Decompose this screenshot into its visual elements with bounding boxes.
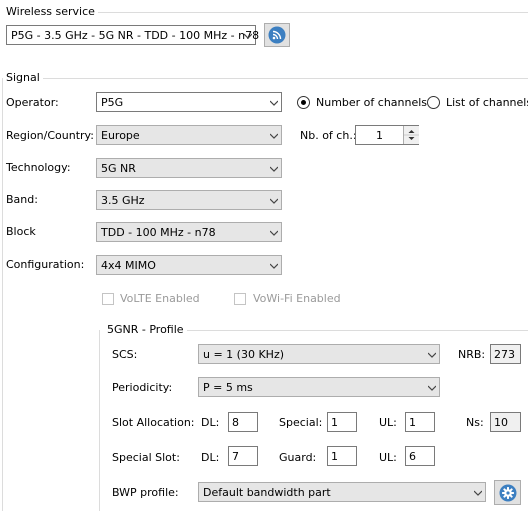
ul-input[interactable]: 1 [405, 412, 435, 432]
profile-legend: 5GNR - Profile [107, 323, 187, 336]
number-of-channels-label: Number of channels [316, 96, 428, 109]
number-of-channels-radio[interactable] [297, 96, 310, 109]
ns-field: 10 [490, 412, 521, 432]
periodicity-combo[interactable]: P = 5 ms [198, 377, 440, 397]
special-slot-dl-label: DL: [201, 451, 220, 464]
region-value: Europe [101, 129, 140, 142]
special-slot-ul-value: 6 [409, 450, 416, 463]
operator-value: P5G [101, 96, 124, 109]
signal-group-left-rule [2, 78, 3, 511]
technology-label: Technology: [6, 161, 71, 174]
configuration-value: 4x4 MIMO [101, 259, 156, 272]
vowifi-label: VoWi-Fi Enabled [253, 292, 341, 305]
guard-input[interactable]: 1 [327, 446, 357, 466]
ul-label: UL: [379, 416, 397, 429]
operator-combo[interactable]: P5G [96, 92, 282, 112]
configuration-combo[interactable]: 4x4 MIMO [96, 255, 282, 275]
chevron-down-icon [270, 198, 278, 204]
dl-input[interactable]: 8 [228, 412, 258, 432]
chevron-down-icon [270, 166, 278, 172]
special-label: Special: [279, 416, 323, 429]
list-of-channels-label: List of channels [446, 96, 528, 109]
periodicity-label: Periodicity: [112, 381, 173, 394]
configuration-label: Configuration: [6, 258, 85, 271]
block-value: TDD - 100 MHz - n78 [101, 226, 216, 239]
periodicity-value: P = 5 ms [203, 381, 253, 394]
nrb-field: 273 [490, 344, 521, 364]
region-combo[interactable]: Europe [96, 125, 282, 145]
dl-label: DL: [201, 416, 220, 429]
block-combo[interactable]: TDD - 100 MHz - n78 [96, 222, 282, 242]
band-value: 3.5 GHz [101, 194, 145, 207]
bwp-profile-combo[interactable]: Default bandwidth part [198, 482, 486, 502]
nb-of-ch-label: Nb. of ch.: [300, 129, 357, 142]
band-combo[interactable]: 3.5 GHz [96, 190, 282, 210]
spin-arrows-icon [404, 130, 419, 140]
wireless-service-value: P5G - 3.5 GHz - 5G NR - TDD - 100 MHz - … [11, 29, 260, 42]
technology-combo[interactable]: 5G NR [96, 158, 282, 178]
special-slot-label: Special Slot: [112, 451, 180, 464]
special-slot-dl-value: 7 [232, 450, 239, 463]
bwp-settings-button[interactable] [494, 480, 521, 505]
dl-value: 8 [232, 416, 239, 429]
technology-value: 5G NR [101, 162, 136, 175]
special-slot-ul-label: UL: [379, 451, 397, 464]
wireless-service-combo[interactable]: P5G - 3.5 GHz - 5G NR - TDD - 100 MHz - … [6, 25, 260, 45]
scs-combo[interactable]: u = 1 (30 KHz) [198, 344, 440, 364]
region-label: Region/Country: [6, 129, 94, 142]
slot-allocation-label: Slot Allocation: [112, 416, 195, 429]
ns-label: Ns: [466, 416, 484, 429]
bwp-profile-label: BWP profile: [112, 486, 179, 499]
ns-value: 10 [494, 416, 508, 429]
special-value: 1 [331, 416, 338, 429]
signal-legend: Signal [6, 71, 43, 84]
chevron-down-icon [474, 490, 482, 496]
special-slot-dl-input[interactable]: 7 [228, 446, 258, 466]
guard-label: Guard: [279, 451, 317, 464]
nb-of-ch-stepper[interactable]: 1 [355, 125, 419, 145]
chevron-down-icon [428, 352, 436, 358]
volte-checkbox[interactable] [102, 293, 114, 305]
wireless-group-rule [88, 12, 528, 13]
nrb-value: 273 [494, 348, 515, 361]
wireless-service-legend: Wireless service [6, 5, 98, 18]
band-label: Band: [6, 193, 38, 206]
scs-label: SCS: [112, 348, 138, 361]
nrb-label: NRB: [458, 348, 486, 361]
scs-value: u = 1 (30 KHz) [203, 348, 285, 361]
operator-label: Operator: [6, 96, 59, 109]
signal-group-rule [40, 78, 528, 79]
vowifi-checkbox[interactable] [234, 293, 246, 305]
chevron-down-icon [270, 230, 278, 236]
nb-of-ch-spin-buttons[interactable] [403, 126, 419, 144]
block-label: Block [6, 225, 36, 238]
guard-value: 1 [331, 450, 338, 463]
chevron-down-icon [244, 33, 252, 39]
chevron-down-icon [428, 385, 436, 391]
chevron-down-icon [270, 100, 278, 106]
bwp-profile-value: Default bandwidth part [203, 486, 331, 499]
ul-value: 1 [409, 416, 416, 429]
special-slot-ul-input[interactable]: 6 [405, 446, 435, 466]
rss-button[interactable] [264, 23, 290, 47]
profile-group-left-rule [99, 330, 100, 511]
chevron-down-icon [270, 263, 278, 269]
nb-of-ch-value: 1 [376, 129, 383, 142]
gear-icon [499, 484, 517, 502]
chevron-down-icon [270, 133, 278, 139]
profile-group-rule [180, 330, 528, 331]
special-input[interactable]: 1 [327, 412, 357, 432]
list-of-channels-radio[interactable] [427, 96, 440, 109]
rss-icon [268, 26, 286, 44]
volte-label: VoLTE Enabled [120, 292, 200, 305]
